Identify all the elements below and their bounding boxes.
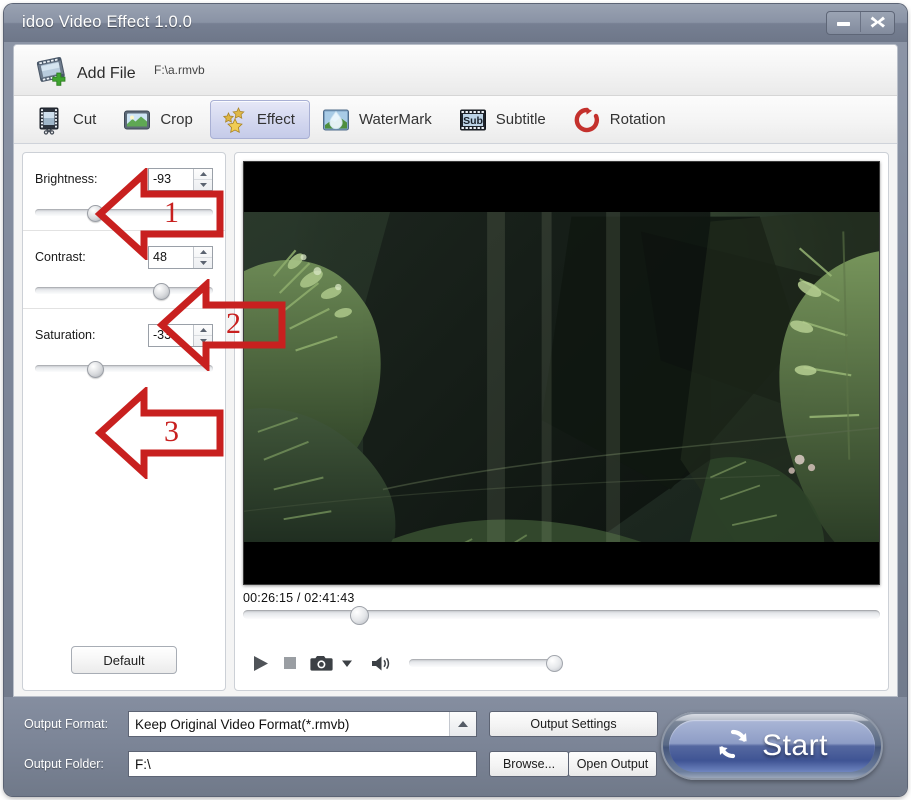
contrast-spin-down[interactable] — [194, 258, 212, 268]
start-button[interactable]: Start — [661, 712, 883, 780]
brightness-slider-group: Brightness: -93 — [23, 153, 225, 231]
title-bar: idoo Video Effect 1.0.0 — [4, 4, 907, 42]
tab-cut-label: Cut — [73, 111, 97, 128]
saturation-spinner[interactable]: -33 — [148, 323, 213, 347]
brightness-slider-track[interactable] — [35, 205, 213, 222]
circular-arrow-icon — [572, 105, 602, 135]
playback-time: 00:26:15 / 02:41:43 — [243, 591, 355, 605]
add-file-icon — [36, 55, 70, 92]
letterbox-bottom — [244, 542, 879, 584]
output-folder-row: Output Folder: F:\ Browse... Open Output — [24, 751, 657, 777]
seek-bar[interactable] — [243, 606, 880, 625]
volume-slider-thumb[interactable] — [546, 655, 563, 672]
brightness-slider-thumb[interactable] — [86, 205, 104, 222]
default-button[interactable]: Default — [71, 646, 177, 674]
minimize-button[interactable] — [827, 12, 860, 32]
tab-effect-label: Effect — [256, 111, 295, 128]
tab-rotation-label: Rotation — [609, 111, 666, 128]
output-format-combo[interactable]: Keep Original Video Format(*.rmvb) — [128, 711, 477, 737]
saturation-slider-track[interactable] — [35, 361, 213, 378]
contrast-slider-track[interactable] — [35, 283, 213, 300]
tab-subtitle-label: Subtitle — [495, 111, 546, 128]
window-title: idoo Video Effect 1.0.0 — [22, 13, 193, 31]
play-button[interactable] — [251, 654, 270, 673]
video-frame-image — [244, 162, 879, 579]
saturation-value[interactable]: -33 — [149, 324, 193, 346]
water-drop-icon — [321, 105, 351, 135]
output-settings-button[interactable]: Output Settings — [489, 711, 658, 737]
brightness-spin-down[interactable] — [194, 180, 212, 190]
brightness-spinner[interactable]: -93 — [148, 167, 213, 191]
start-button-label: Start — [762, 729, 828, 762]
application-window: idoo Video Effect 1.0.0 Add File F:\a.rm… — [4, 4, 907, 796]
output-format-row: Output Format: Keep Original Video Forma… — [24, 711, 658, 737]
stop-button[interactable] — [282, 655, 298, 671]
current-file-path: F:\a.rmvb — [154, 63, 205, 77]
tab-bar: Cut Crop Effect WaterMark Sub Subtitle R… — [14, 96, 897, 144]
output-format-chevron-up-icon[interactable] — [449, 712, 476, 736]
brightness-spin-up[interactable] — [194, 169, 212, 180]
main-content: Brightness: -93 Contrast: 48 Saturation:… — [14, 144, 897, 696]
add-file-label: Add File — [77, 64, 136, 82]
crop-frame-icon — [122, 105, 152, 135]
tab-crop[interactable]: Crop — [113, 100, 208, 139]
video-preview[interactable] — [243, 161, 880, 585]
window-controls — [826, 11, 895, 35]
output-format-value: Keep Original Video Format(*.rmvb) — [135, 716, 350, 732]
tab-watermark[interactable]: WaterMark — [312, 100, 447, 139]
saturation-spin-up[interactable] — [194, 325, 212, 336]
open-output-button[interactable]: Open Output — [568, 751, 657, 777]
add-file-button[interactable]: Add File — [30, 52, 142, 95]
contrast-spin-up[interactable] — [194, 247, 212, 258]
gold-stars-icon — [219, 105, 249, 135]
film-strip-scissors-icon — [35, 105, 65, 135]
saturation-slider-thumb[interactable] — [86, 361, 104, 378]
snapshot-menu-chevron-down-icon[interactable] — [341, 659, 353, 668]
contrast-spinner[interactable]: 48 — [148, 245, 213, 269]
tab-subtitle[interactable]: Sub Subtitle — [449, 100, 561, 139]
effects-panel: Brightness: -93 Contrast: 48 Saturation:… — [22, 152, 226, 691]
saturation-label: Saturation: — [35, 328, 96, 342]
player-panel: 00:26:15 / 02:41:43 — [234, 152, 889, 691]
close-button[interactable] — [860, 12, 894, 32]
browse-button[interactable]: Browse... — [489, 751, 569, 777]
volume-slider-track[interactable] — [409, 655, 563, 672]
contrast-label: Contrast: — [35, 250, 86, 264]
tab-watermark-label: WaterMark — [358, 111, 432, 128]
output-folder-value: F:\ — [135, 756, 151, 772]
tab-crop-label: Crop — [160, 111, 193, 128]
letterbox-top — [244, 162, 879, 212]
snapshot-button[interactable] — [310, 654, 333, 672]
sub-film-strip-icon: Sub — [458, 105, 488, 135]
add-file-bar: Add File F:\a.rmvb — [14, 45, 897, 96]
volume-speaker-icon[interactable] — [371, 655, 393, 672]
saturation-spin-down[interactable] — [194, 336, 212, 346]
contrast-slider-group: Contrast: 48 — [23, 231, 225, 309]
saturation-slider-group: Saturation: -33 — [23, 309, 225, 386]
contrast-slider-thumb[interactable] — [152, 283, 170, 300]
tab-cut[interactable]: Cut — [26, 100, 111, 139]
tab-rotation[interactable]: Rotation — [563, 100, 681, 139]
client-area: Add File F:\a.rmvb Cut Crop Effect Water… — [13, 44, 898, 697]
output-format-label: Output Format: — [24, 717, 109, 731]
refresh-circular-icon — [716, 727, 750, 766]
tab-effect[interactable]: Effect — [209, 100, 310, 139]
brightness-label: Brightness: — [35, 172, 98, 186]
transport-controls — [251, 650, 872, 676]
contrast-value[interactable]: 48 — [149, 246, 193, 268]
seek-bar-thumb[interactable] — [349, 606, 369, 625]
brightness-value[interactable]: -93 — [149, 168, 193, 190]
output-panel: Output Format: Keep Original Video Forma… — [4, 697, 907, 796]
svg-text:Sub: Sub — [463, 115, 483, 127]
output-folder-label: Output Folder: — [24, 757, 104, 771]
output-folder-field[interactable]: F:\ — [128, 751, 477, 777]
